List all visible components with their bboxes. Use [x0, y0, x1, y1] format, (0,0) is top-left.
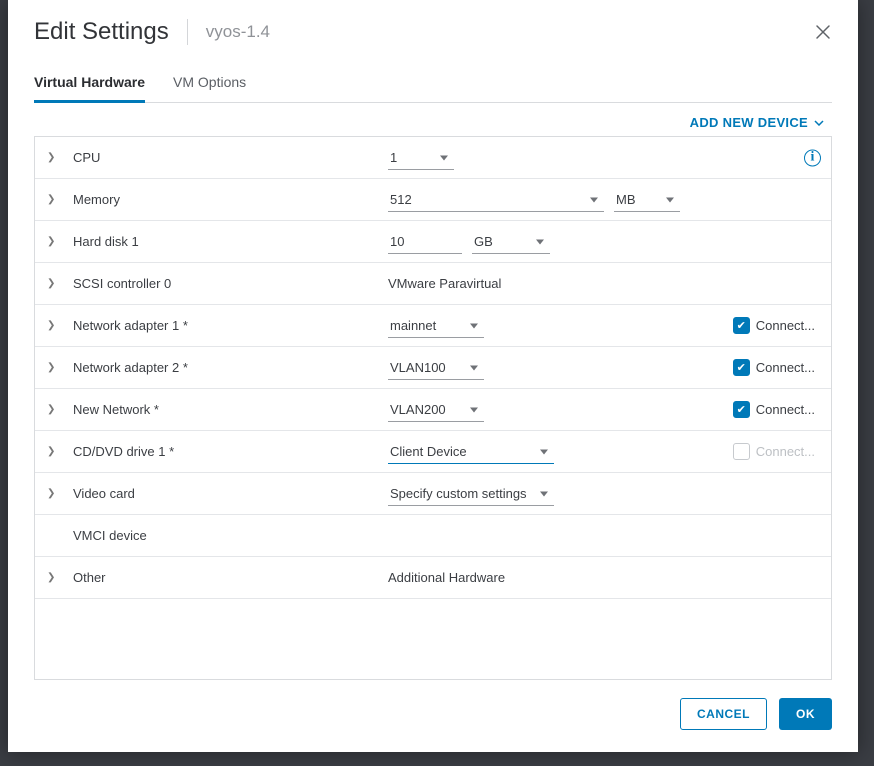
- expander-icon[interactable]: ❯: [47, 278, 61, 289]
- dialog-title: Edit Settings: [34, 18, 169, 46]
- title-separator: [187, 19, 188, 45]
- net2-network-select[interactable]: [388, 356, 484, 380]
- row-label: Hard disk 1: [71, 234, 388, 249]
- add-new-device-button[interactable]: ADD NEW DEVICE: [690, 115, 832, 130]
- row-label: Video card: [71, 486, 388, 501]
- row-scsi: ❯ SCSI controller 0 VMware Paravirtual: [35, 262, 831, 304]
- chevron-down-icon: [814, 120, 824, 126]
- row-network-adapter-2: ❯ Network adapter 2 * ✔ Connect...: [35, 346, 831, 388]
- empty-space: [35, 598, 831, 640]
- expander-icon[interactable]: ❯: [47, 446, 61, 457]
- checkbox-icon: ✔: [733, 443, 750, 460]
- row-new-network: ❯ New Network * ✔ Connect...: [35, 388, 831, 430]
- net1-network-select[interactable]: [388, 314, 484, 338]
- connect-label: Connect...: [756, 360, 815, 375]
- expander-icon[interactable]: ❯: [47, 194, 61, 205]
- add-new-device-label: ADD NEW DEVICE: [690, 115, 808, 130]
- row-other: ❯ Other Additional Hardware: [35, 556, 831, 598]
- row-label: CD/DVD drive 1 *: [71, 444, 388, 459]
- row-label: SCSI controller 0: [71, 276, 388, 291]
- row-label: New Network *: [71, 402, 388, 417]
- cd-connect: ✔ Connect...: [733, 443, 819, 460]
- scsi-value: VMware Paravirtual: [388, 276, 501, 291]
- cpu-select[interactable]: [388, 146, 454, 170]
- net1-connect[interactable]: ✔ Connect...: [733, 317, 819, 334]
- video-settings-select[interactable]: [388, 482, 554, 506]
- row-cd-dvd: ❯ CD/DVD drive 1 * ✔ Connect...: [35, 430, 831, 472]
- expander-icon[interactable]: ❯: [47, 152, 61, 163]
- connect-label: Connect...: [756, 402, 815, 417]
- memory-value-input[interactable]: [388, 188, 604, 212]
- tab-virtual-hardware[interactable]: Virtual Hardware: [34, 64, 145, 103]
- row-memory: ❯ Memory: [35, 178, 831, 220]
- row-label: Network adapter 2 *: [71, 360, 388, 375]
- row-label: Other: [71, 570, 388, 585]
- net2-connect[interactable]: ✔ Connect...: [733, 359, 819, 376]
- row-label: CPU: [71, 150, 388, 165]
- ok-button[interactable]: OK: [779, 698, 832, 730]
- net3-connect[interactable]: ✔ Connect...: [733, 401, 819, 418]
- row-label: Memory: [71, 192, 388, 207]
- expander-icon[interactable]: ❯: [47, 362, 61, 373]
- checkbox-icon[interactable]: ✔: [733, 359, 750, 376]
- other-value: Additional Hardware: [388, 570, 505, 585]
- expander-icon[interactable]: ❯: [47, 404, 61, 415]
- expander-icon[interactable]: ❯: [47, 572, 61, 583]
- row-vmci: ❯ VMCI device: [35, 514, 831, 556]
- row-cpu: ❯ CPU i: [35, 137, 831, 178]
- cancel-button[interactable]: CANCEL: [680, 698, 767, 730]
- row-network-adapter-1: ❯ Network adapter 1 * ✔ Connect...: [35, 304, 831, 346]
- edit-settings-dialog: Edit Settings vyos-1.4 Virtual Hardware …: [8, 0, 858, 752]
- row-label: Network adapter 1 *: [71, 318, 388, 333]
- checkbox-icon[interactable]: ✔: [733, 401, 750, 418]
- cd-device-select[interactable]: [388, 440, 554, 464]
- hdd-unit-select[interactable]: [472, 230, 550, 254]
- dialog-subtitle: vyos-1.4: [206, 22, 270, 42]
- expander-icon[interactable]: ❯: [47, 488, 61, 499]
- hdd-size-input[interactable]: [388, 230, 462, 254]
- close-icon[interactable]: [814, 23, 832, 41]
- tab-vm-options[interactable]: VM Options: [173, 64, 246, 102]
- expander-icon[interactable]: ❯: [47, 236, 61, 247]
- checkbox-icon[interactable]: ✔: [733, 317, 750, 334]
- memory-unit-select[interactable]: [614, 188, 680, 212]
- expander-icon[interactable]: ❯: [47, 320, 61, 331]
- hardware-rows: ❯ CPU i ❯ Memory: [34, 136, 832, 680]
- row-hard-disk: ❯ Hard disk 1: [35, 220, 831, 262]
- row-label: VMCI device: [71, 528, 388, 543]
- connect-label: Connect...: [756, 444, 815, 459]
- info-icon[interactable]: i: [804, 149, 821, 166]
- row-video-card: ❯ Video card: [35, 472, 831, 514]
- connect-label: Connect...: [756, 318, 815, 333]
- net3-network-select[interactable]: [388, 398, 484, 422]
